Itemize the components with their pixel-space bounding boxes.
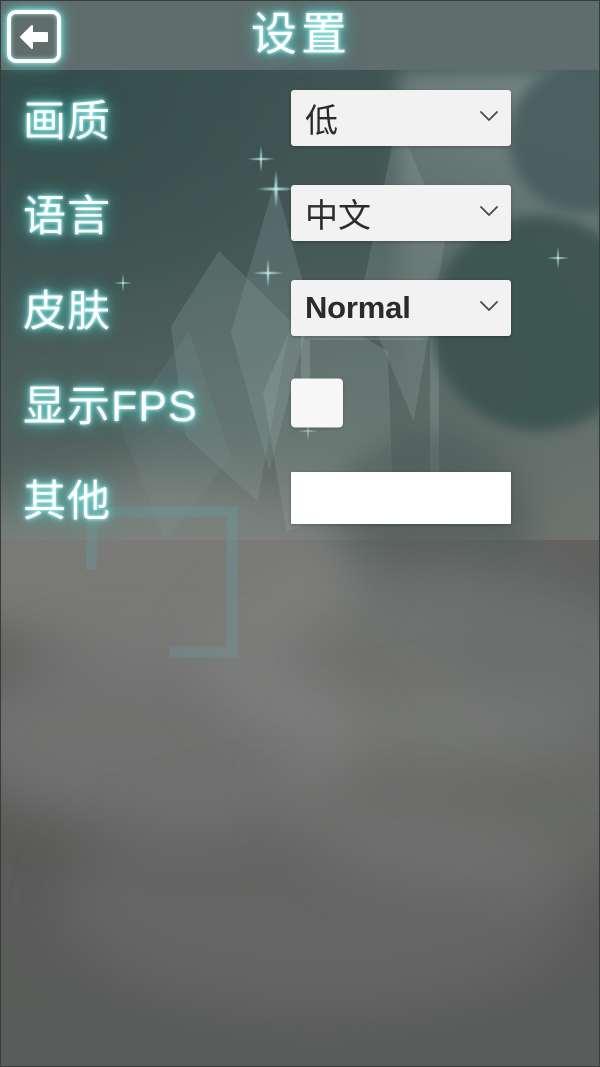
select-value-language: 中文: [305, 196, 371, 234]
header-bar: 设置: [1, 1, 599, 70]
settings-row-graphics-quality: 画质 低: [1, 70, 599, 165]
select-value-skin: Normal: [305, 289, 411, 325]
settings-label-show-fps: 显示FPS: [23, 382, 198, 431]
select-skin[interactable]: Normal: [291, 279, 511, 336]
chevron-down-icon: [480, 299, 498, 317]
chevron-down-icon: [480, 109, 498, 127]
settings-row-show-fps: 显示FPS: [1, 355, 599, 450]
chevron-down-icon: [480, 204, 498, 222]
settings-label-skin: 皮肤: [23, 287, 111, 336]
select-value-graphics-quality: 低: [305, 101, 338, 139]
page-title: 设置: [251, 8, 351, 60]
back-button[interactable]: [7, 10, 61, 63]
settings-label-language: 语言: [23, 192, 111, 241]
settings-screen: 设置 画质 低语言 中文皮肤 Normal 显示FPS 其他: [0, 0, 600, 1067]
settings-label-graphics-quality: 画质: [23, 97, 111, 146]
settings-row-other: 其他: [1, 450, 599, 545]
checkbox-show-fps[interactable]: [291, 378, 343, 427]
settings-row-language: 语言 中文: [1, 165, 599, 260]
settings-row-skin: 皮肤 Normal: [1, 260, 599, 355]
select-language[interactable]: 中文: [291, 184, 511, 241]
select-graphics-quality[interactable]: 低: [291, 89, 511, 146]
settings-label-other: 其他: [23, 477, 111, 526]
fog-cloud: [61, 791, 581, 1011]
text-input-other[interactable]: [291, 471, 511, 524]
